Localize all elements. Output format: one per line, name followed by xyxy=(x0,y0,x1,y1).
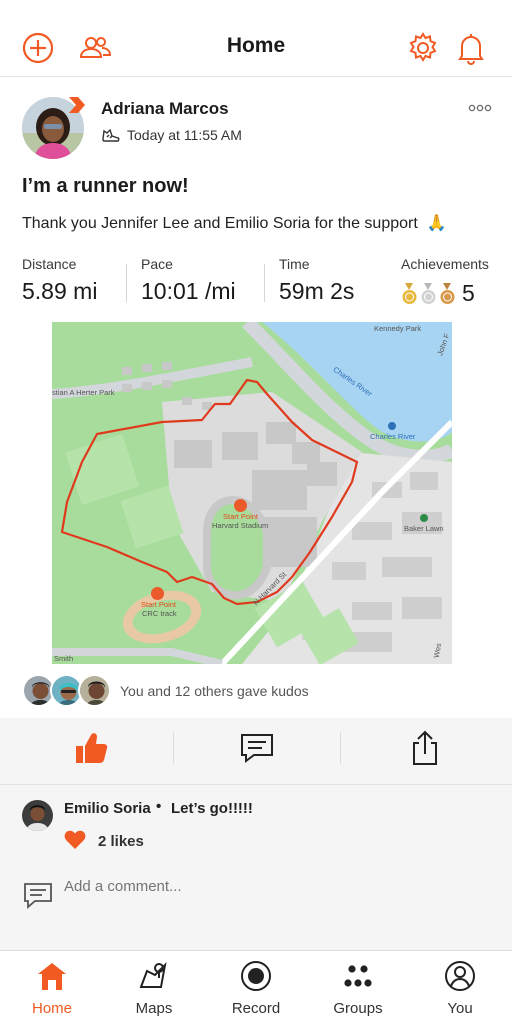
action-divider xyxy=(173,732,174,764)
stat-divider xyxy=(126,264,127,302)
heart-icon[interactable] xyxy=(64,830,86,850)
athlete-name[interactable]: Adriana Marcos xyxy=(101,99,229,119)
activity-timestamp: Today at 11:55 AM xyxy=(127,127,242,143)
commenter-name[interactable]: Emilio Soria xyxy=(64,800,151,817)
nav-groups[interactable]: Groups xyxy=(307,951,409,1022)
kudos-summary[interactable]: You and 12 others gave kudos xyxy=(120,683,309,699)
run-shoe-icon xyxy=(102,128,120,142)
map-label-crc-track: CRC track xyxy=(142,609,177,618)
nav-label: Record xyxy=(231,1000,281,1017)
comment-likes[interactable]: 2 likes xyxy=(98,833,144,850)
stat-value: 5.89 mi xyxy=(22,278,98,304)
activity-title[interactable]: I’m a runner now! xyxy=(22,175,189,198)
map-label-smith: Smith xyxy=(54,654,74,663)
bronze-medal-icon xyxy=(440,282,455,304)
kudos-avatar xyxy=(78,674,111,707)
nav-label: You xyxy=(447,1000,473,1017)
action-divider xyxy=(340,732,341,764)
divider xyxy=(0,784,512,785)
nav-record[interactable]: Record xyxy=(205,951,307,1022)
nav-you[interactable]: You xyxy=(409,951,511,1022)
comment-icon[interactable] xyxy=(237,728,277,768)
top-bar: Home xyxy=(0,0,512,77)
stat-label: Time xyxy=(279,256,310,272)
stat-time: Time 59m 2s xyxy=(279,256,354,305)
nav-home[interactable]: Home xyxy=(1,951,103,1022)
notifications-bell-icon[interactable] xyxy=(454,31,488,65)
achievements-count: 5 xyxy=(462,280,475,306)
nav-maps[interactable]: Maps xyxy=(103,951,205,1022)
add-comment-input[interactable] xyxy=(64,878,464,895)
stat-label: Distance xyxy=(22,256,77,272)
map-label-start-point: Start Point xyxy=(223,512,259,521)
maps-icon xyxy=(139,962,167,988)
map-label-charles-river-station: Charles River xyxy=(370,432,416,441)
bottom-navigation: Home Maps Record Groups You xyxy=(0,950,512,1022)
gold-medal-icon xyxy=(402,282,417,304)
praying-hands-emoji: 🙏 xyxy=(426,215,447,232)
settings-gear-icon[interactable] xyxy=(406,31,440,65)
comment-text: Let’s go!!!!! xyxy=(171,800,253,817)
silver-medal-icon xyxy=(421,282,436,304)
nav-label: Maps xyxy=(135,1000,173,1017)
stat-divider xyxy=(264,264,265,302)
home-icon xyxy=(38,963,66,990)
add-comment-icon xyxy=(24,883,52,909)
stat-value: 59m 2s xyxy=(279,278,355,304)
map-graphic xyxy=(52,322,452,664)
kudos-thumbs-up-icon[interactable] xyxy=(70,728,110,768)
groups-icon xyxy=(344,965,372,987)
start-point-pin-icon xyxy=(151,587,164,600)
stat-value: 10:01 /mi xyxy=(141,278,236,304)
map-label-harvard-stadium: Harvard Stadium xyxy=(212,521,269,530)
comment-separator: • xyxy=(156,798,162,815)
stat-achievements[interactable]: Achievements 5 xyxy=(401,256,489,307)
kudos-avatars[interactable] xyxy=(22,674,112,708)
map-label-kennedy-park: Kennedy Park xyxy=(374,324,422,333)
description-text: Thank you Jennifer Lee and Emilio Soria … xyxy=(22,215,418,232)
route-map[interactable]: Kennedy Park John F stian A Herter Park … xyxy=(52,322,452,664)
share-icon[interactable] xyxy=(405,728,445,768)
record-icon xyxy=(241,961,271,991)
map-label-herter-park: stian A Herter Park xyxy=(52,388,115,397)
nav-label: Groups xyxy=(333,1000,383,1017)
map-label-baker-lawn: Baker Lawn xyxy=(404,524,444,533)
stat-label: Pace xyxy=(141,256,173,272)
activity-meta: Today at 11:55 AM xyxy=(101,125,242,145)
stat-label: Achievements xyxy=(401,256,489,272)
stat-pace: Pace 10:01 /mi xyxy=(141,256,236,305)
commenter-avatar[interactable] xyxy=(22,800,53,831)
more-options-icon[interactable] xyxy=(468,102,492,114)
subscriber-badge-icon xyxy=(69,97,85,113)
stat-distance: Distance 5.89 mi xyxy=(22,256,97,305)
activity-stats: Distance 5.89 mi Pace 10:01 /mi Time 59m… xyxy=(0,256,512,312)
start-point-pin-icon xyxy=(234,499,247,512)
profile-icon xyxy=(445,961,475,991)
activity-description: Thank you Jennifer Lee and Emilio Soria … xyxy=(22,213,447,233)
map-label-start-point: Start Point xyxy=(141,600,177,609)
nav-label: Home xyxy=(31,1000,72,1017)
